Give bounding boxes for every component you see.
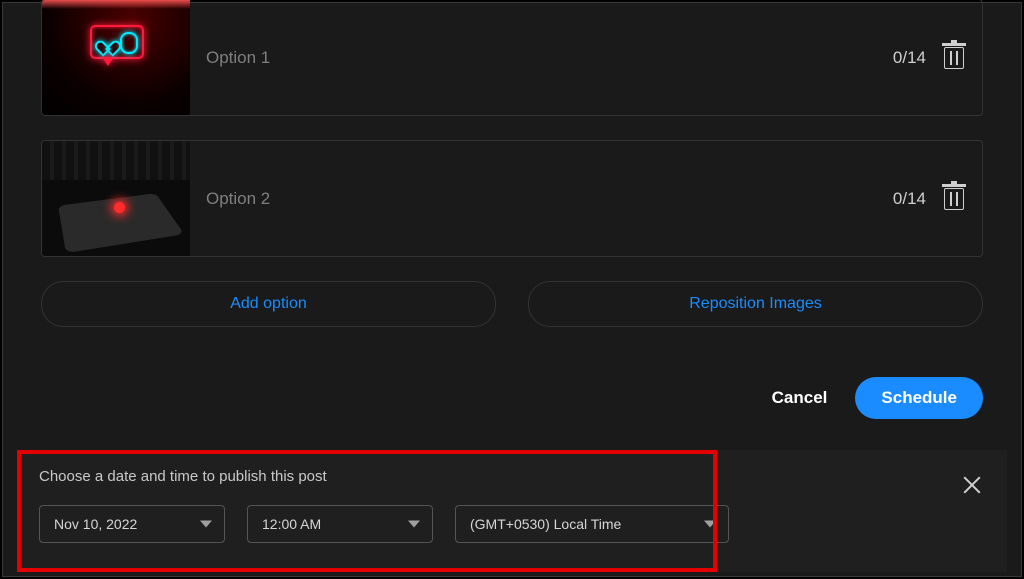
poll-option-row: Option 2 0/14 (41, 140, 983, 257)
date-value: Nov 10, 2022 (54, 516, 137, 532)
time-value: 12:00 AM (262, 516, 321, 532)
reposition-images-button[interactable]: Reposition Images (528, 281, 983, 327)
add-option-button[interactable]: Add option (41, 281, 496, 327)
chevron-down-icon (704, 521, 716, 528)
option-thumbnail[interactable] (42, 0, 190, 116)
cancel-button[interactable]: Cancel (772, 388, 828, 408)
char-counter: 0/14 (893, 189, 926, 209)
chevron-down-icon (200, 521, 212, 528)
trash-icon[interactable] (944, 188, 964, 210)
char-counter: 0/14 (893, 48, 926, 68)
close-icon[interactable] (961, 474, 983, 496)
option-text-input[interactable]: Option 2 (190, 189, 893, 209)
option-text-input[interactable]: Option 1 (190, 48, 893, 68)
option-thumbnail[interactable] (42, 140, 190, 257)
schedule-button[interactable]: Schedule (855, 377, 983, 419)
timezone-select[interactable]: (GMT+0530) Local Time (455, 505, 729, 543)
time-select[interactable]: 12:00 AM (247, 505, 433, 543)
schedule-panel-title: Choose a date and time to publish this p… (39, 468, 985, 485)
chevron-down-icon (408, 521, 420, 528)
trash-icon[interactable] (944, 47, 964, 69)
timezone-value: (GMT+0530) Local Time (470, 516, 621, 532)
poll-option-row: Option 1 0/14 (41, 0, 983, 116)
date-select[interactable]: Nov 10, 2022 (39, 505, 225, 543)
schedule-panel: Choose a date and time to publish this p… (17, 450, 1007, 572)
